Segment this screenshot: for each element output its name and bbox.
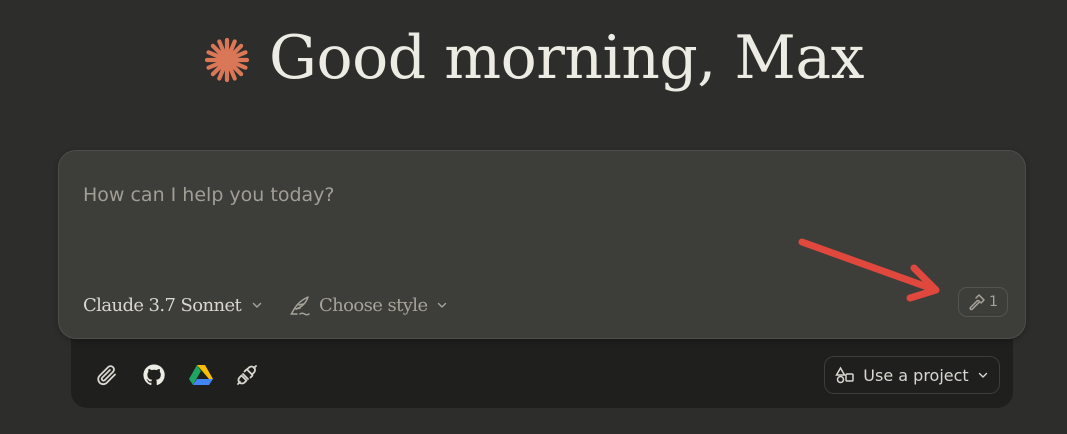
model-selector[interactable]: Claude 3.7 Sonnet [83,291,263,319]
use-project-button[interactable]: Use a project [824,356,1000,394]
google-drive-icon[interactable] [187,361,215,389]
chevron-down-icon [437,302,446,308]
prompt-input[interactable] [83,175,983,215]
tools-button[interactable]: 1 [958,287,1008,317]
tools-count: 1 [989,294,998,310]
claude-spark-icon [204,37,250,83]
greeting-title: Good morning, Max [269,23,864,93]
github-icon[interactable] [140,361,168,389]
quill-style-icon [290,296,310,316]
model-label: Claude 3.7 Sonnet [83,294,242,316]
chevron-down-icon [978,372,987,378]
paperclip-icon[interactable] [93,361,121,389]
chevron-down-icon [252,302,262,308]
choose-style-label: Choose style [319,294,428,316]
style-selector[interactable]: Choose style [289,291,448,319]
hammer-icon [969,294,985,311]
use-project-label: Use a project [863,365,969,385]
project-shapes-icon [835,366,855,384]
greeting-header: Good morning, Max [0,22,1067,94]
plug-icon[interactable] [233,361,261,389]
message-composer: Claude 3.7 Sonnet Choose style 1 [58,150,1026,339]
